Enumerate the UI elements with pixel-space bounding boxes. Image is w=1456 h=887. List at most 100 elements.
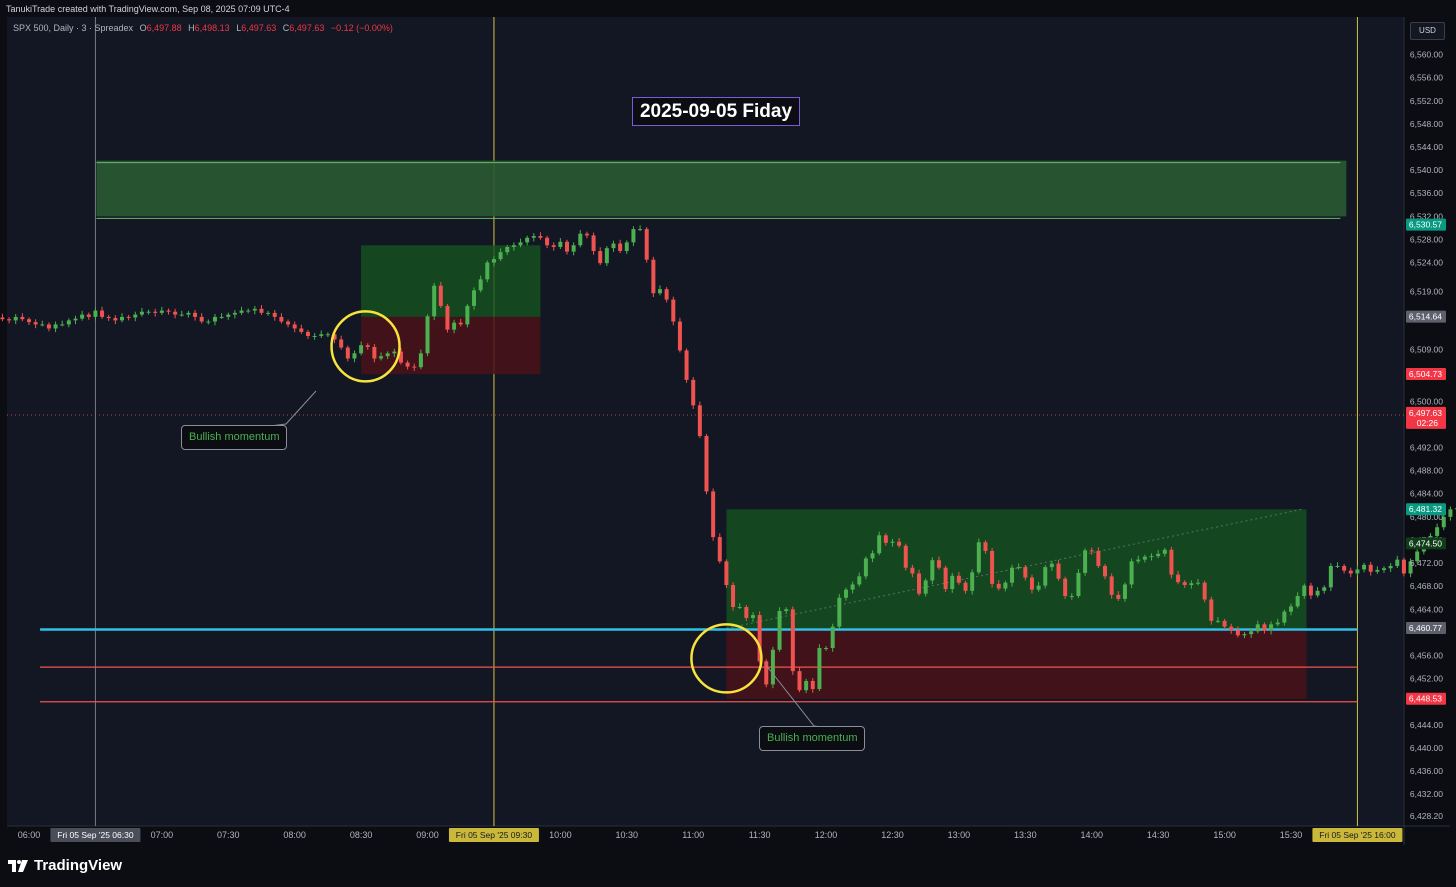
candle-body [917, 573, 922, 594]
candle-body [897, 541, 902, 546]
candle-body [20, 316, 25, 320]
candle-body [518, 242, 523, 246]
candle-body [870, 553, 875, 559]
x-tick-label: 07:00 [151, 830, 174, 840]
y-tick-label: 6,519.00 [1410, 286, 1443, 296]
candle-body [531, 236, 536, 238]
candle-body [1222, 620, 1227, 627]
candle-body [1169, 549, 1174, 575]
candle-body [1122, 584, 1127, 599]
candle-body [810, 680, 815, 690]
candle-body [724, 561, 729, 586]
candle-body [923, 580, 928, 594]
candle-body [1395, 559, 1400, 566]
candle-body [1156, 553, 1161, 557]
candle-body [525, 237, 530, 243]
candle-body [1355, 569, 1360, 574]
candle-body [1016, 567, 1021, 569]
candle-body [491, 259, 496, 263]
candle-body [671, 299, 676, 322]
candle-body [53, 324, 58, 329]
candle-body [219, 316, 224, 318]
candle-body [511, 245, 516, 247]
y-tick-label: 6,440.00 [1410, 743, 1443, 753]
y-tick-label: 6,468.00 [1410, 581, 1443, 591]
candle-body [325, 334, 330, 336]
y-tick-label: 6,456.00 [1410, 651, 1443, 661]
y-tick-label: 6,528.00 [1410, 234, 1443, 244]
candle-body [1342, 565, 1347, 571]
candle-body [1381, 568, 1386, 571]
y-tick-label: 6,540.00 [1410, 165, 1443, 175]
candle-body [1096, 550, 1101, 566]
symbol-legend: SPX 500, Daily · 3 · Spreadex O6,497.88 … [13, 23, 393, 33]
candle-body [1255, 624, 1260, 632]
candle-body [910, 567, 915, 574]
candle-body [46, 324, 51, 329]
candle-body [1056, 563, 1061, 579]
candle-body [1089, 550, 1094, 552]
candle-body [319, 334, 324, 336]
candle-body [1129, 561, 1134, 585]
candle-body [1269, 624, 1274, 631]
x-tick-label: 09:00 [416, 830, 439, 840]
candle-body [1176, 574, 1181, 583]
candle-body [199, 316, 204, 322]
candle-body [119, 316, 124, 321]
candle-body [936, 560, 941, 568]
candle-body [638, 229, 643, 231]
tradingview-logo[interactable]: TradingView [8, 857, 122, 874]
candle-body [857, 576, 862, 585]
x-tick-label: 07:30 [217, 830, 240, 840]
candle-body [1308, 585, 1313, 596]
candle-body [943, 567, 948, 590]
candle-body [372, 346, 377, 359]
plot-area [7, 17, 1404, 826]
y-tick-label: 6,524.00 [1410, 258, 1443, 268]
candle-body [505, 246, 510, 253]
price-label-text: 6,481.32 [1409, 504, 1442, 514]
y-tick-label: 6,548.00 [1410, 119, 1443, 129]
candle-body [1136, 559, 1141, 562]
candle-body [133, 314, 138, 318]
candle-body [764, 661, 769, 685]
candle-body [305, 331, 310, 336]
candle-body [578, 233, 583, 246]
candle-body [1289, 606, 1293, 612]
candle-body [996, 583, 1001, 589]
currency-button[interactable]: USD [1410, 22, 1445, 40]
y-tick-label: 6,444.00 [1410, 720, 1443, 730]
x-highlight-label: Fri 05 Sep '25 09:30 [456, 830, 533, 840]
candle-body [1335, 565, 1340, 567]
price-label-countdown: 02:26 [1417, 418, 1439, 428]
candle-body [146, 311, 151, 313]
candle-body [472, 290, 477, 306]
price-label-text: 6,460.77 [1409, 623, 1442, 633]
candle-body [990, 550, 995, 584]
candle-body [883, 535, 888, 543]
candle-body [737, 606, 742, 608]
candle-body [1282, 611, 1287, 623]
position-1-target-zone [361, 245, 541, 317]
candle-body [1242, 634, 1247, 636]
symbol-name[interactable]: SPX 500, Daily · 3 · Spreadex [13, 23, 133, 33]
candle-body [976, 542, 981, 573]
x-tick-label: 15:00 [1213, 830, 1236, 840]
price-label-text: 6,448.53 [1409, 694, 1442, 704]
candle-body [804, 680, 809, 691]
x-tick-label: 08:30 [350, 830, 373, 840]
candle-body [658, 289, 662, 294]
y-tick-label: 6,432.00 [1410, 789, 1443, 799]
candle-body [1202, 582, 1207, 600]
change-value: −0.12 (−0.00%) [330, 23, 393, 33]
candle-body [1182, 582, 1187, 586]
candle-body [1362, 564, 1367, 570]
candle-body [66, 320, 71, 325]
candle-body [80, 314, 85, 319]
candle-body [259, 308, 264, 313]
x-tick-label: 14:00 [1080, 830, 1103, 840]
price-label-text: 6,474.50 [1409, 538, 1442, 548]
x-tick-label: 11:30 [749, 830, 771, 840]
y-tick-label: 6,556.00 [1410, 73, 1443, 83]
candle-body [1401, 559, 1406, 574]
